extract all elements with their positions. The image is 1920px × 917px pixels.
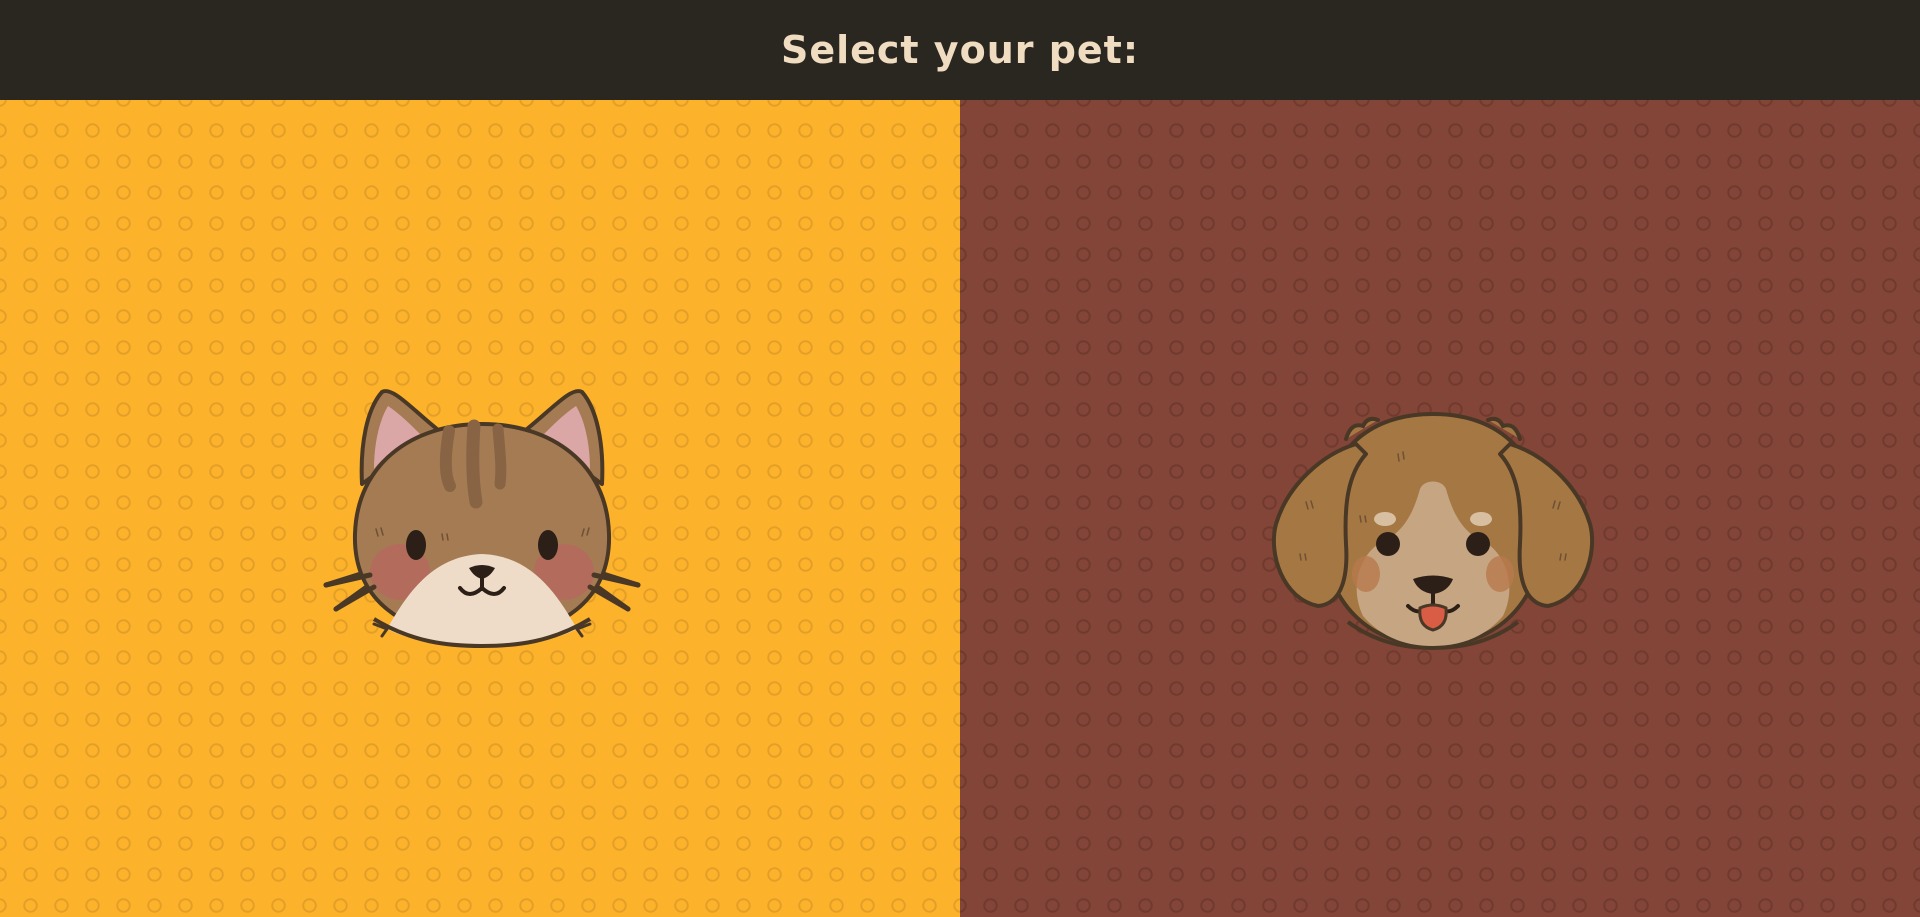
header-bar: Select your pet: (0, 0, 1920, 100)
dog-face-icon (1271, 411, 1595, 650)
dog-option[interactable] (960, 100, 1920, 917)
page-title: Select your pet: (780, 28, 1140, 72)
cat-option[interactable] (0, 100, 960, 917)
pet-options (0, 100, 1920, 917)
cat-face-icon (323, 388, 641, 648)
